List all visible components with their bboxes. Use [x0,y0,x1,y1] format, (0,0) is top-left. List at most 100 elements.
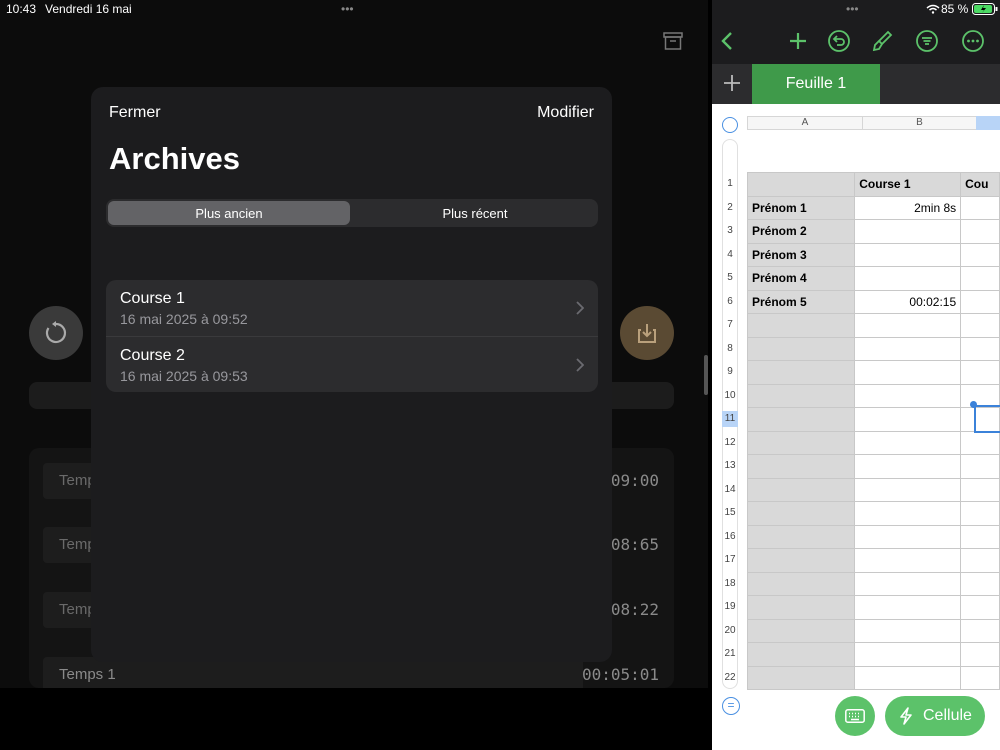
filter-icon[interactable] [915,29,939,53]
table-cell[interactable] [854,524,962,549]
table-cell[interactable] [854,665,962,690]
format-brush-icon[interactable] [870,29,894,53]
row-header-10[interactable]: 10 [722,388,738,404]
table-cell[interactable] [854,501,962,526]
table-cell[interactable]: Prénom 3 [746,242,856,267]
table-cell[interactable] [746,336,856,361]
table-cell[interactable] [746,642,856,667]
segment-newest[interactable]: Plus récent [354,201,596,225]
tab-feuille-1[interactable]: Feuille 1 [752,64,880,104]
table-cell[interactable] [854,642,962,667]
column-header-b[interactable]: B [862,116,977,130]
table-cell[interactable] [854,430,962,455]
table-cell[interactable] [746,501,856,526]
selected-cell[interactable] [974,405,1000,433]
row-header-21[interactable]: 21 [722,646,738,662]
row-header-22[interactable]: 22 [722,670,738,686]
row-header-19[interactable]: 19 [722,599,738,615]
table-cell[interactable] [960,336,1000,361]
row-header-5[interactable]: 5 [722,270,738,286]
table-cell[interactable] [960,219,1000,244]
table-cell[interactable] [746,548,856,573]
table-cell[interactable] [854,242,962,267]
row-header-14[interactable]: 14 [722,482,738,498]
table-cell[interactable] [746,383,856,408]
table-cell[interactable] [854,336,962,361]
table-cell[interactable] [854,313,962,338]
table-cell[interactable] [960,383,1000,408]
table-cell[interactable] [746,430,856,455]
save-button[interactable] [620,306,674,360]
close-button[interactable]: Fermer [109,104,161,122]
row-header-6[interactable]: 6 [722,294,738,310]
table-cell[interactable] [854,595,962,620]
table-cell[interactable] [854,477,962,502]
row-header-8[interactable]: 8 [722,341,738,357]
multitask-dots[interactable]: ••• [341,2,354,16]
table-cell[interactable] [746,172,856,197]
formula-button[interactable]: = [722,697,740,715]
row-header-7[interactable]: 7 [722,317,738,333]
table-cell[interactable] [746,571,856,596]
row-header-18[interactable]: 18 [722,576,738,592]
table-cell[interactable] [854,383,962,408]
back-chevron-icon[interactable] [716,29,740,53]
table-cell[interactable] [960,313,1000,338]
row-header-20[interactable]: 20 [722,623,738,639]
row-header-1[interactable]: 1 [722,176,738,192]
plus-icon[interactable] [786,29,810,53]
table-cell[interactable] [960,242,1000,267]
cell-button[interactable]: Cellule [885,696,985,736]
list-item[interactable]: Course 1 16 mai 2025 à 09:52 [106,280,598,336]
row-header-16[interactable]: 16 [722,529,738,545]
table-cell[interactable] [960,477,1000,502]
table-cell[interactable]: 2min 8s [854,195,962,220]
column-header-c[interactable] [976,116,1000,130]
table-cell[interactable] [746,407,856,432]
table-cell[interactable] [746,477,856,502]
edit-button[interactable]: Modifier [537,104,594,122]
keyboard-button[interactable] [835,696,875,736]
row-header-11[interactable]: 11 [722,411,738,427]
table-cell[interactable] [960,665,1000,690]
column-header-a[interactable]: A [747,116,863,130]
multitask-dots[interactable]: ••• [846,2,859,16]
table-cell[interactable] [854,266,962,291]
table-cell[interactable] [854,548,962,573]
table-cell[interactable] [746,524,856,549]
table-cell[interactable] [854,618,962,643]
table-cell[interactable] [746,595,856,620]
table-cell[interactable] [746,454,856,479]
table-cell[interactable] [960,454,1000,479]
list-item[interactable]: Course 2 16 mai 2025 à 09:53 [106,336,598,392]
table-cell[interactable] [960,548,1000,573]
split-view-handle[interactable] [704,355,708,395]
add-sheet-icon[interactable] [722,73,742,93]
table-cell[interactable] [960,289,1000,314]
table-cell[interactable] [960,618,1000,643]
table-cell[interactable] [854,571,962,596]
row-header-4[interactable]: 4 [722,247,738,263]
table-cell[interactable]: Cou [960,172,1000,197]
table-cell[interactable]: Prénom 2 [746,219,856,244]
table-cell[interactable] [746,618,856,643]
table-cell[interactable] [960,360,1000,385]
row-header-9[interactable]: 9 [722,364,738,380]
table-cell[interactable] [960,642,1000,667]
row-header-17[interactable]: 17 [722,552,738,568]
more-icon[interactable] [961,29,985,53]
segment-oldest[interactable]: Plus ancien [108,201,350,225]
table-cell[interactable] [960,195,1000,220]
reset-button[interactable] [29,306,83,360]
row-header-2[interactable]: 2 [722,200,738,216]
table-cell[interactable]: 00:02:15 [854,289,962,314]
table-cell[interactable]: Course 1 [854,172,962,197]
table-cell[interactable] [854,454,962,479]
table-cell[interactable] [746,665,856,690]
row-header-12[interactable]: 12 [722,435,738,451]
spreadsheet-canvas[interactable]: A B 1 2 3 4 5 6 7 8 9 10 11 12 13 14 15 16 17 18 19 20 21 22 … [712,104,1000,750]
table-cell[interactable]: Prénom 5 [746,289,856,314]
table-cell[interactable] [854,407,962,432]
table-cell[interactable] [960,595,1000,620]
table-cell[interactable] [746,360,856,385]
